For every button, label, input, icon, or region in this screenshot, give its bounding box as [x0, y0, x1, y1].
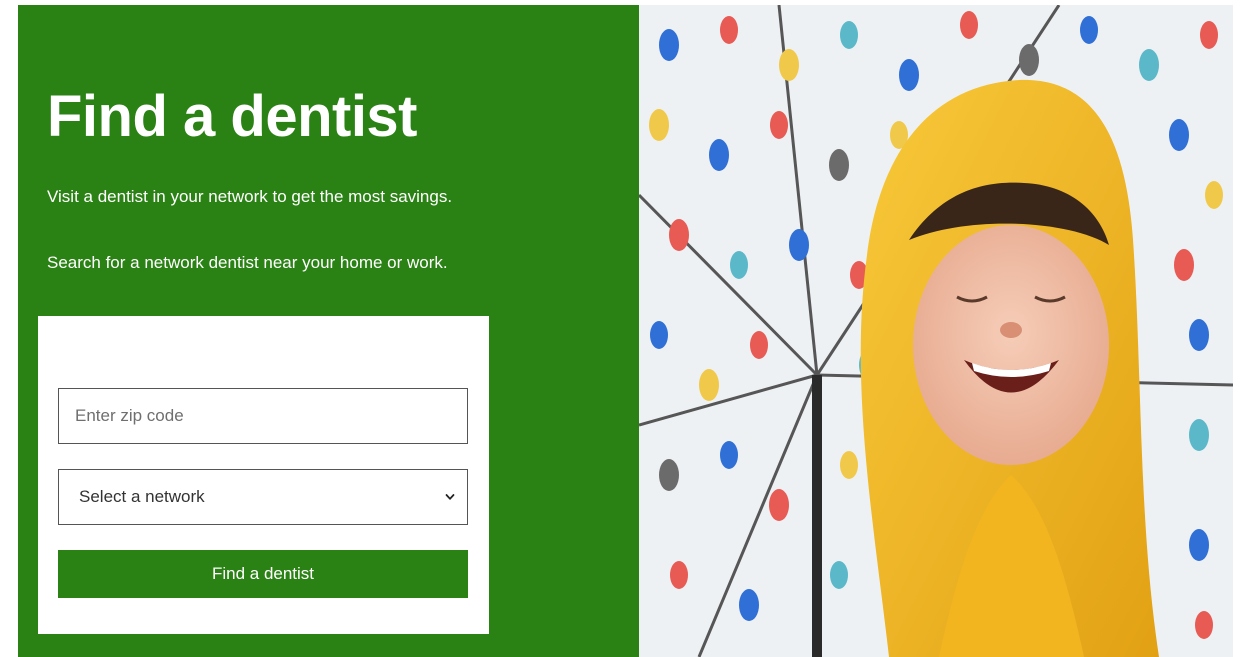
find-dentist-button[interactable]: Find a dentist: [58, 550, 468, 598]
hero-subtitle-savings: Visit a dentist in your network to get t…: [47, 187, 453, 206]
network-select[interactable]: Select a network: [58, 469, 468, 525]
zip-code-input[interactable]: [58, 388, 468, 444]
hero-panel: Find a dentist Visit a dentist in your n…: [18, 5, 639, 657]
chevron-down-icon: [445, 494, 455, 500]
hero-subtitle-search: Search for a network dentist near your h…: [47, 253, 448, 272]
hero-image: [639, 5, 1233, 657]
child-umbrella-photo: [639, 5, 1233, 657]
page-title: Find a dentist: [47, 84, 418, 149]
search-card: Select a network Find a dentist: [38, 316, 489, 634]
hero-section: Find a dentist Visit a dentist in your n…: [18, 5, 1233, 657]
network-select-value: Select a network: [79, 487, 205, 506]
